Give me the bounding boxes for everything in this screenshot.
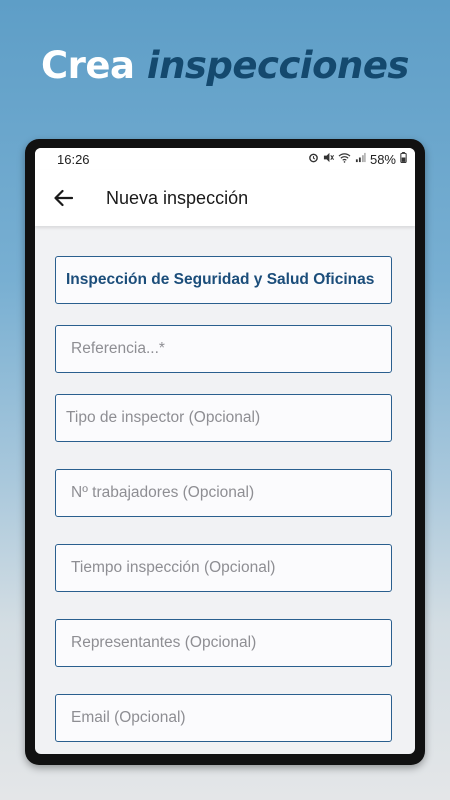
reference-input[interactable] (56, 326, 391, 372)
mute-icon (323, 152, 334, 166)
headline-word-1: Crea (41, 44, 135, 87)
tablet-frame: 16:26 58% Nueva inspección Inspección de… (25, 139, 425, 765)
page-title: Nueva inspección (106, 187, 249, 208)
inspection-time-input[interactable] (56, 545, 391, 591)
promo-headline: Crea inspecciones (0, 44, 450, 87)
workers-field-box (55, 469, 392, 517)
signal-icon (355, 152, 366, 166)
wifi-icon (338, 152, 351, 166)
reference-field-box (55, 325, 392, 373)
representatives-field-box (55, 619, 392, 667)
back-button[interactable] (43, 178, 83, 218)
alarm-icon (308, 152, 319, 166)
battery-icon (400, 152, 407, 166)
status-bar: 16:26 58% (35, 148, 415, 170)
inspector-type-input[interactable] (56, 395, 391, 441)
time-field-box (55, 544, 392, 592)
status-time: 16:26 (57, 151, 90, 167)
email-input[interactable] (56, 695, 391, 741)
representatives-input[interactable] (56, 620, 391, 666)
inspection-type-value: Inspección de Seguridad y Salud Oficinas (66, 271, 375, 288)
workers-count-input[interactable] (56, 470, 391, 516)
status-icons: 58% (308, 152, 407, 167)
email-field-box (55, 694, 392, 742)
battery-percent: 58% (369, 151, 396, 167)
app-bar: Nueva inspección (35, 170, 415, 226)
app-screen: 16:26 58% Nueva inspección Inspección de… (35, 148, 415, 754)
inspection-type-select[interactable]: Inspección de Seguridad y Salud Oficinas (55, 256, 392, 304)
headline-word-2: inspecciones (146, 44, 410, 87)
inspector-type-field-box (55, 394, 392, 442)
arrow-back-icon (54, 189, 73, 207)
